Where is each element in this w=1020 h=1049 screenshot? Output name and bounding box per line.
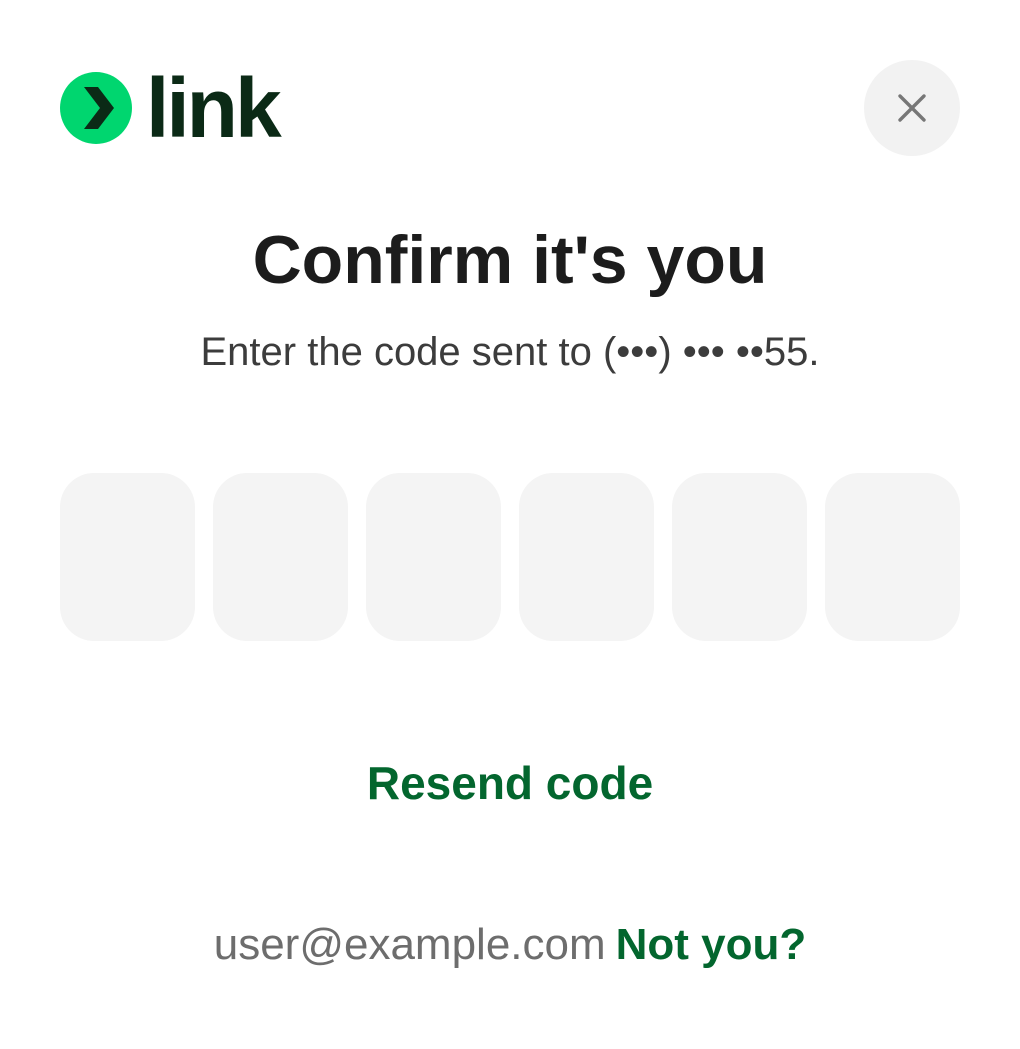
otp-digit-6[interactable] [825,473,960,641]
otp-digit-3[interactable] [366,473,501,641]
link-verification-screen: link Confirm it's you Enter the code sen… [0,0,1020,1049]
header: link [60,60,960,156]
account-email: user@example.com [213,920,606,969]
link-logo: link [60,61,282,155]
resend-code-row: Resend code [0,755,1020,811]
otp-digit-5[interactable] [672,473,807,641]
close-button[interactable] [864,60,960,156]
link-chevron-logo-icon [60,72,132,144]
resend-code-button[interactable]: Resend code [367,757,653,809]
code-sent-message: Enter the code sent to (•••) ••• ••55. [200,330,820,374]
not-you-link[interactable]: Not you? [616,920,807,969]
link-wordmark: link [146,61,282,155]
otp-digit-1[interactable] [60,473,195,641]
otp-code-input [60,473,960,641]
account-footer: user@example.com Not you? [0,918,1020,972]
otp-digit-4[interactable] [519,473,654,641]
close-icon [898,94,926,122]
page-title: Confirm it's you [252,222,768,298]
otp-digit-2[interactable] [213,473,348,641]
